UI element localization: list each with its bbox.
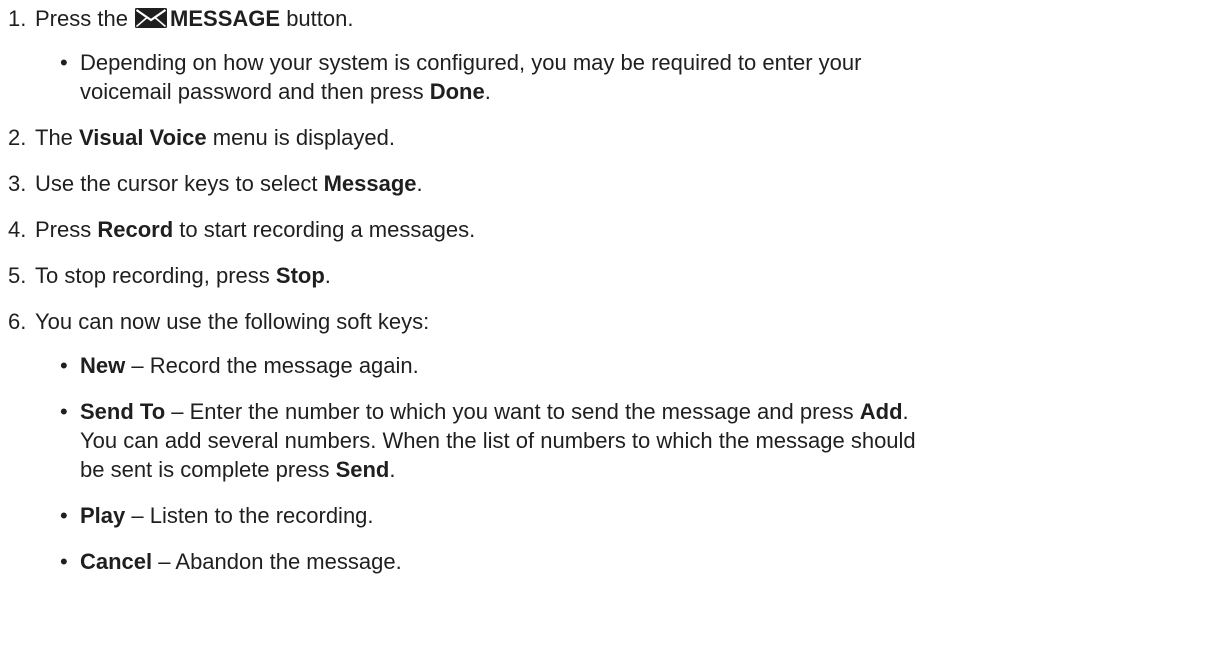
bullet: • xyxy=(60,50,68,75)
softkey-name: Cancel xyxy=(80,549,153,574)
softkey-description: – Abandon the message. xyxy=(152,549,402,574)
send-key: Send xyxy=(335,457,390,482)
step-text: You can now use the following soft keys: xyxy=(35,309,430,334)
softkey-item-send-to: • Send To – Enter the number to which yo… xyxy=(60,399,916,482)
softkey-description: – Listen to the recording. xyxy=(125,503,374,528)
message-option-label: Message xyxy=(323,171,417,196)
step-6: 6. You can now use the following soft ke… xyxy=(8,307,1207,576)
step-2: 2. The Visual Voice menu is displayed. xyxy=(8,125,395,150)
softkey-item-play: • Play – Listen to the recording. xyxy=(35,501,1207,530)
softkey-name: Send To xyxy=(80,399,166,424)
step-text: Press the MESSAGE button. xyxy=(35,6,354,31)
softkey-item-new: • New – Record the message again. xyxy=(35,351,1207,380)
instructions-document: 1. Press the MESSAGE button. • Depending… xyxy=(0,0,1207,576)
softkey-name: Play xyxy=(80,503,126,528)
bullet: • xyxy=(60,399,68,424)
step-number: 2. xyxy=(8,125,27,150)
softkey-item-cancel: • Cancel – Abandon the message. xyxy=(35,547,1207,576)
step-number: 5. xyxy=(8,263,27,288)
softkey-description: – Record the message again. xyxy=(125,353,419,378)
step-3: 3. Use the cursor keys to select Message… xyxy=(8,171,423,196)
message-button-label: MESSAGE xyxy=(170,6,281,31)
envelope-icon xyxy=(134,7,168,29)
step-1: 1. Press the MESSAGE button. • Depending… xyxy=(8,4,1207,106)
softkeys-list: • New – Record the message again. • Send… xyxy=(35,351,1207,576)
step-number: 4. xyxy=(8,217,27,242)
step-number: 1. xyxy=(8,6,27,31)
step-number: 3. xyxy=(8,171,27,196)
add-key: Add xyxy=(859,399,903,424)
step-1-notes: • Depending on how your system is config… xyxy=(35,48,1207,106)
step-5: 5. To stop recording, press Stop. xyxy=(8,263,331,288)
visual-voice-label: Visual Voice xyxy=(79,125,207,150)
steps-list: 1. Press the MESSAGE button. • Depending… xyxy=(8,4,1207,576)
bullet: • xyxy=(60,503,68,528)
record-key: Record xyxy=(97,217,174,242)
bullet: • xyxy=(60,549,68,574)
stop-key: Stop xyxy=(275,263,325,288)
step-number: 6. xyxy=(8,309,27,334)
step-4: 4. Press Record to start recording a mes… xyxy=(8,217,476,242)
note-item: • Depending on how your system is config… xyxy=(60,50,862,104)
done-key: Done xyxy=(429,79,485,104)
bullet: • xyxy=(60,353,68,378)
softkey-name: New xyxy=(80,353,126,378)
